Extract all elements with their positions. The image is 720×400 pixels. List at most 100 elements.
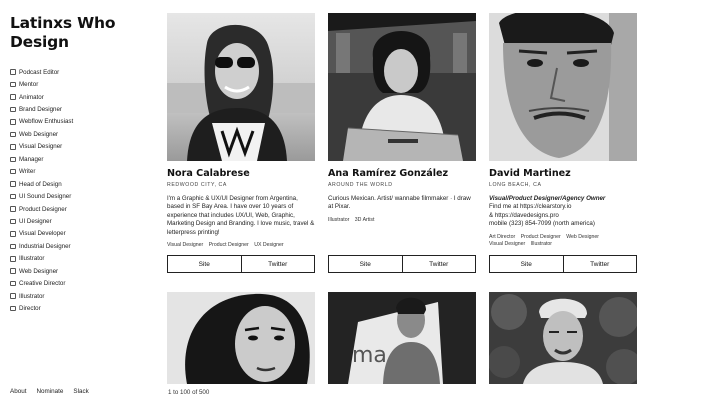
filter-label: Web Designer: [19, 130, 59, 138]
sidebar: Latinxs Who Design Podcast Editor Mentor…: [10, 14, 150, 394]
filter-ui-designer[interactable]: UI Designer: [10, 215, 150, 227]
tag[interactable]: 3D Artist: [355, 217, 375, 223]
filter-visual-designer[interactable]: Visual Designer: [10, 141, 150, 153]
filter-label: Podcast Editor: [19, 68, 60, 76]
profile-photo[interactable]: ma: [328, 292, 476, 384]
tag[interactable]: Art Director: [489, 234, 515, 240]
filter-webflow-enthusiast[interactable]: Webflow Enthusiast: [10, 116, 150, 128]
checkbox[interactable]: [10, 268, 16, 274]
tag-list: Illustrator 3D Artist: [328, 217, 476, 225]
checkbox[interactable]: [10, 181, 16, 187]
filter-illustrator[interactable]: Illustrator: [10, 253, 150, 265]
checkbox[interactable]: [10, 218, 16, 225]
tag[interactable]: Illustrator: [328, 217, 349, 223]
filter-web-designer-2[interactable]: Web Designer: [10, 265, 150, 277]
about-link[interactable]: About: [10, 388, 26, 395]
filter-visual-developer[interactable]: Visual Developer: [10, 228, 150, 240]
designer-location: Long Beach, CA: [489, 182, 542, 188]
portrait-image: [167, 13, 315, 161]
profile-photo[interactable]: [489, 292, 637, 384]
checkbox[interactable]: [10, 119, 16, 125]
filter-label: Web Designer: [19, 267, 59, 275]
portrait-image: [489, 292, 637, 384]
profile-photo[interactable]: [167, 292, 315, 384]
profile-photo[interactable]: [167, 13, 315, 161]
filter-label: Illustrator: [19, 292, 45, 300]
checkbox[interactable]: [10, 94, 16, 100]
profile-photo[interactable]: [489, 13, 637, 161]
bio-line: mobile (323) 854-7099 (north america): [489, 220, 595, 228]
designer-card: [167, 292, 315, 384]
checkbox[interactable]: [10, 106, 16, 113]
filter-label: Director: [19, 305, 41, 313]
filter-label: Writer: [19, 168, 36, 176]
card-actions: Site Twitter: [489, 255, 637, 273]
checkbox[interactable]: [10, 131, 16, 138]
site-button[interactable]: Site: [329, 256, 402, 272]
filter-illustrator-2[interactable]: Illustrator: [10, 290, 150, 302]
checkbox[interactable]: [10, 280, 16, 287]
filter-ui-sound-designer[interactable]: UI Sound Designer: [10, 190, 150, 202]
checkbox[interactable]: [10, 156, 16, 163]
checkbox[interactable]: [10, 193, 16, 200]
twitter-button[interactable]: Twitter: [562, 256, 636, 272]
filter-director[interactable]: Director: [10, 302, 150, 314]
filter-label: Product Designer: [19, 205, 67, 213]
tag[interactable]: Product Designer: [521, 234, 561, 240]
filter-brand-designer[interactable]: Brand Designer: [10, 103, 150, 115]
tag[interactable]: Product Designer: [209, 242, 249, 248]
twitter-button[interactable]: Twitter: [240, 256, 314, 272]
site-title-line-2: Design: [10, 33, 69, 51]
tag[interactable]: Visual Designer: [167, 242, 203, 248]
nominate-link[interactable]: Nominate: [36, 388, 63, 395]
tag[interactable]: UX Designer: [254, 242, 283, 248]
filter-writer[interactable]: Writer: [10, 166, 150, 178]
filter-product-designer[interactable]: Product Designer: [10, 203, 150, 215]
designer-name: David Martinez: [489, 168, 571, 179]
twitter-button[interactable]: Twitter: [401, 256, 475, 272]
checkbox[interactable]: [10, 81, 16, 88]
designer-name: Nora Calabrese: [167, 168, 250, 179]
site-button[interactable]: Site: [168, 256, 241, 272]
filter-label: Illustrator: [19, 255, 45, 263]
tag-list: Visual Designer Product Designer UX Desi…: [167, 242, 315, 250]
filter-label: Creative Director: [19, 280, 66, 288]
site-button[interactable]: Site: [490, 256, 563, 272]
tag[interactable]: Web Designer: [566, 234, 599, 240]
tag[interactable]: Visual Designer: [489, 241, 525, 247]
profile-photo[interactable]: [328, 13, 476, 161]
checkbox[interactable]: [10, 231, 16, 237]
filter-mentor[interactable]: Mentor: [10, 78, 150, 90]
checkbox[interactable]: [10, 256, 16, 262]
filter-podcast-editor[interactable]: Podcast Editor: [10, 66, 150, 78]
card-actions: Site Twitter: [328, 255, 476, 273]
portrait-image: [328, 13, 476, 161]
filter-animator[interactable]: Animator: [10, 91, 150, 103]
bio-headline: Visual/Product Designer/Agency Owner: [489, 195, 606, 202]
filter-label: Brand Designer: [19, 106, 62, 114]
tag[interactable]: Illustrator: [531, 241, 552, 247]
filter-label: Webflow Enthusiast: [19, 118, 74, 126]
filter-web-designer[interactable]: Web Designer: [10, 128, 150, 140]
checkbox[interactable]: [10, 243, 16, 250]
bio-line: & https://davedesigns.pro: [489, 211, 559, 219]
checkbox[interactable]: [10, 69, 16, 75]
portrait-image: [489, 13, 637, 161]
checkbox[interactable]: [10, 144, 16, 150]
pagination-status: 1 to 100 of 500: [168, 389, 210, 396]
designer-card: Nora Calabrese Redwood City, CA I'm a Gr…: [167, 13, 315, 275]
card-actions: Site Twitter: [167, 255, 315, 273]
site-title[interactable]: Latinxs Who Design: [10, 14, 150, 52]
checkbox[interactable]: [10, 305, 16, 312]
checkbox[interactable]: [10, 206, 16, 212]
checkbox[interactable]: [10, 293, 16, 299]
slack-link[interactable]: Slack: [73, 388, 88, 395]
filter-head-of-design[interactable]: Head of Design: [10, 178, 150, 190]
filter-industrial-designer[interactable]: Industrial Designer: [10, 240, 150, 252]
site-title-line-1: Latinxs Who: [10, 14, 116, 32]
checkbox[interactable]: [10, 168, 16, 175]
tag-list: Art Director Product Designer Web Design…: [489, 234, 637, 249]
designer-location: Around the World: [328, 182, 393, 188]
filter-creative-director[interactable]: Creative Director: [10, 277, 150, 289]
filter-manager[interactable]: Manager: [10, 153, 150, 165]
